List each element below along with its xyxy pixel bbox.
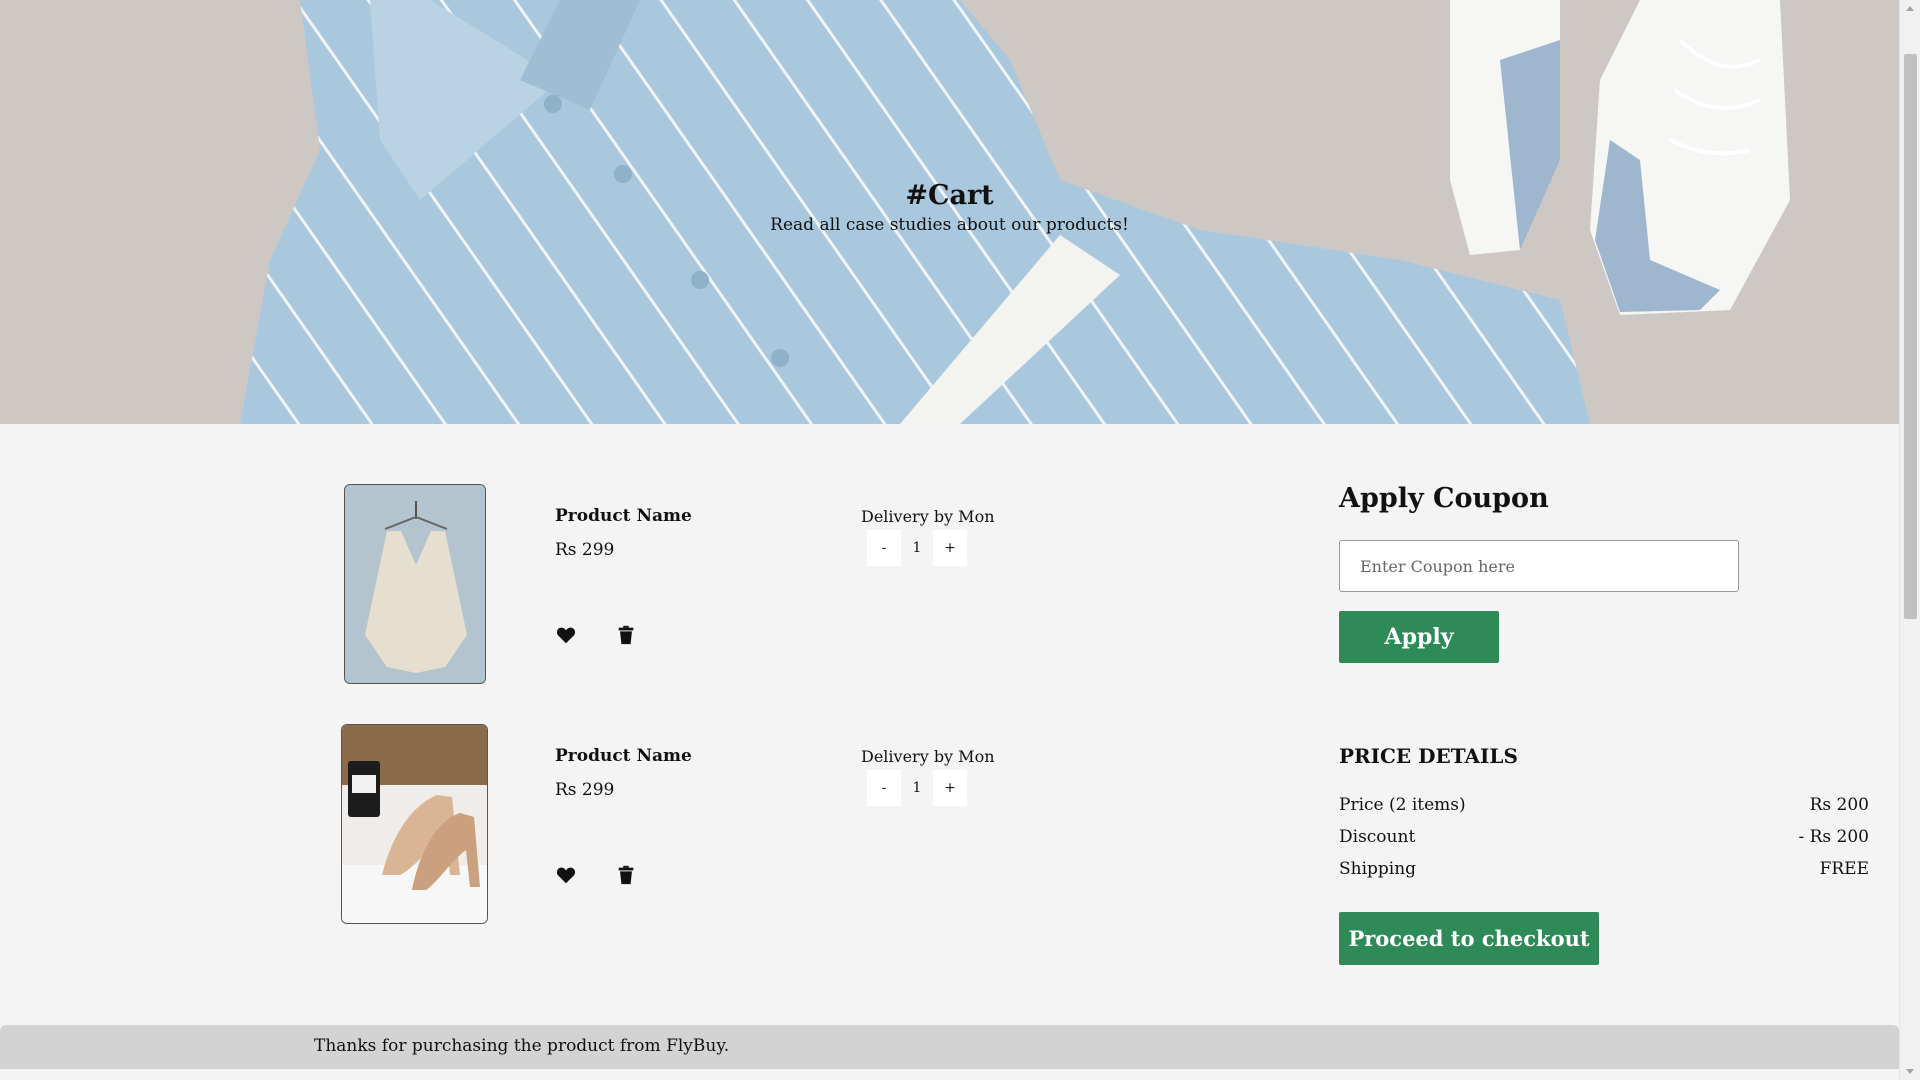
trash-icon[interactable] — [615, 624, 637, 646]
checkout-button[interactable]: Proceed to checkout — [1339, 912, 1599, 965]
apply-coupon-button[interactable]: Apply — [1339, 611, 1499, 663]
price-label: Price (2 items) — [1339, 795, 1466, 815]
discount-value: - Rs 200 — [1798, 827, 1869, 847]
scrollbar[interactable] — [1899, 0, 1920, 1080]
price-details-title: PRICE DETAILS — [1339, 744, 1518, 768]
quantity-stepper: - 1 + — [867, 530, 967, 566]
page-subtitle: Read all case studies about our products… — [770, 215, 1129, 235]
product-name: Product Name — [555, 506, 692, 526]
trash-icon[interactable] — [615, 864, 637, 886]
delivery-estimate: Delivery by Mon — [861, 747, 995, 766]
footer: Thanks for purchasing the product from F… — [0, 1025, 1899, 1069]
scroll-down-arrow-icon[interactable] — [1906, 1069, 1914, 1074]
product-price: Rs 299 — [555, 780, 615, 800]
qty-increase-button[interactable]: + — [933, 770, 967, 806]
qty-decrease-button[interactable]: - — [867, 770, 901, 806]
qty-value: 1 — [901, 530, 933, 566]
price-value: Rs 200 — [1809, 795, 1869, 815]
shipping-label: Shipping — [1339, 859, 1417, 879]
scroll-up-arrow-icon[interactable] — [1906, 6, 1914, 11]
shipping-row: Shipping FREE — [1339, 859, 1869, 879]
scrollbar-thumb[interactable] — [1904, 54, 1917, 619]
page-title: #Cart — [905, 180, 994, 211]
coupon-title: Apply Coupon — [1339, 483, 1549, 514]
heart-icon[interactable] — [555, 864, 577, 886]
cart-item: Product Name Rs 299 Delivery by Mon - 1 … — [0, 484, 1060, 684]
product-image-heels[interactable] — [341, 724, 488, 924]
product-image-poncho[interactable] — [344, 484, 486, 684]
hero-banner: #Cart Read all case studies about our pr… — [0, 0, 1899, 424]
price-row: Price (2 items) Rs 200 — [1339, 795, 1869, 815]
qty-increase-button[interactable]: + — [933, 530, 967, 566]
product-price: Rs 299 — [555, 540, 615, 560]
qty-decrease-button[interactable]: - — [867, 530, 901, 566]
cart-item: Product Name Rs 299 Delivery by Mon - 1 … — [0, 724, 1060, 924]
product-name: Product Name — [555, 746, 692, 766]
delivery-estimate: Delivery by Mon — [861, 507, 995, 526]
heart-icon[interactable] — [555, 624, 577, 646]
shipping-value: FREE — [1819, 859, 1869, 879]
qty-value: 1 — [901, 770, 933, 806]
quantity-stepper: - 1 + — [867, 770, 967, 806]
discount-row: Discount - Rs 200 — [1339, 827, 1869, 847]
footer-text: Thanks for purchasing the product from F… — [314, 1036, 730, 1056]
discount-label: Discount — [1339, 827, 1416, 847]
coupon-input[interactable] — [1339, 540, 1739, 592]
